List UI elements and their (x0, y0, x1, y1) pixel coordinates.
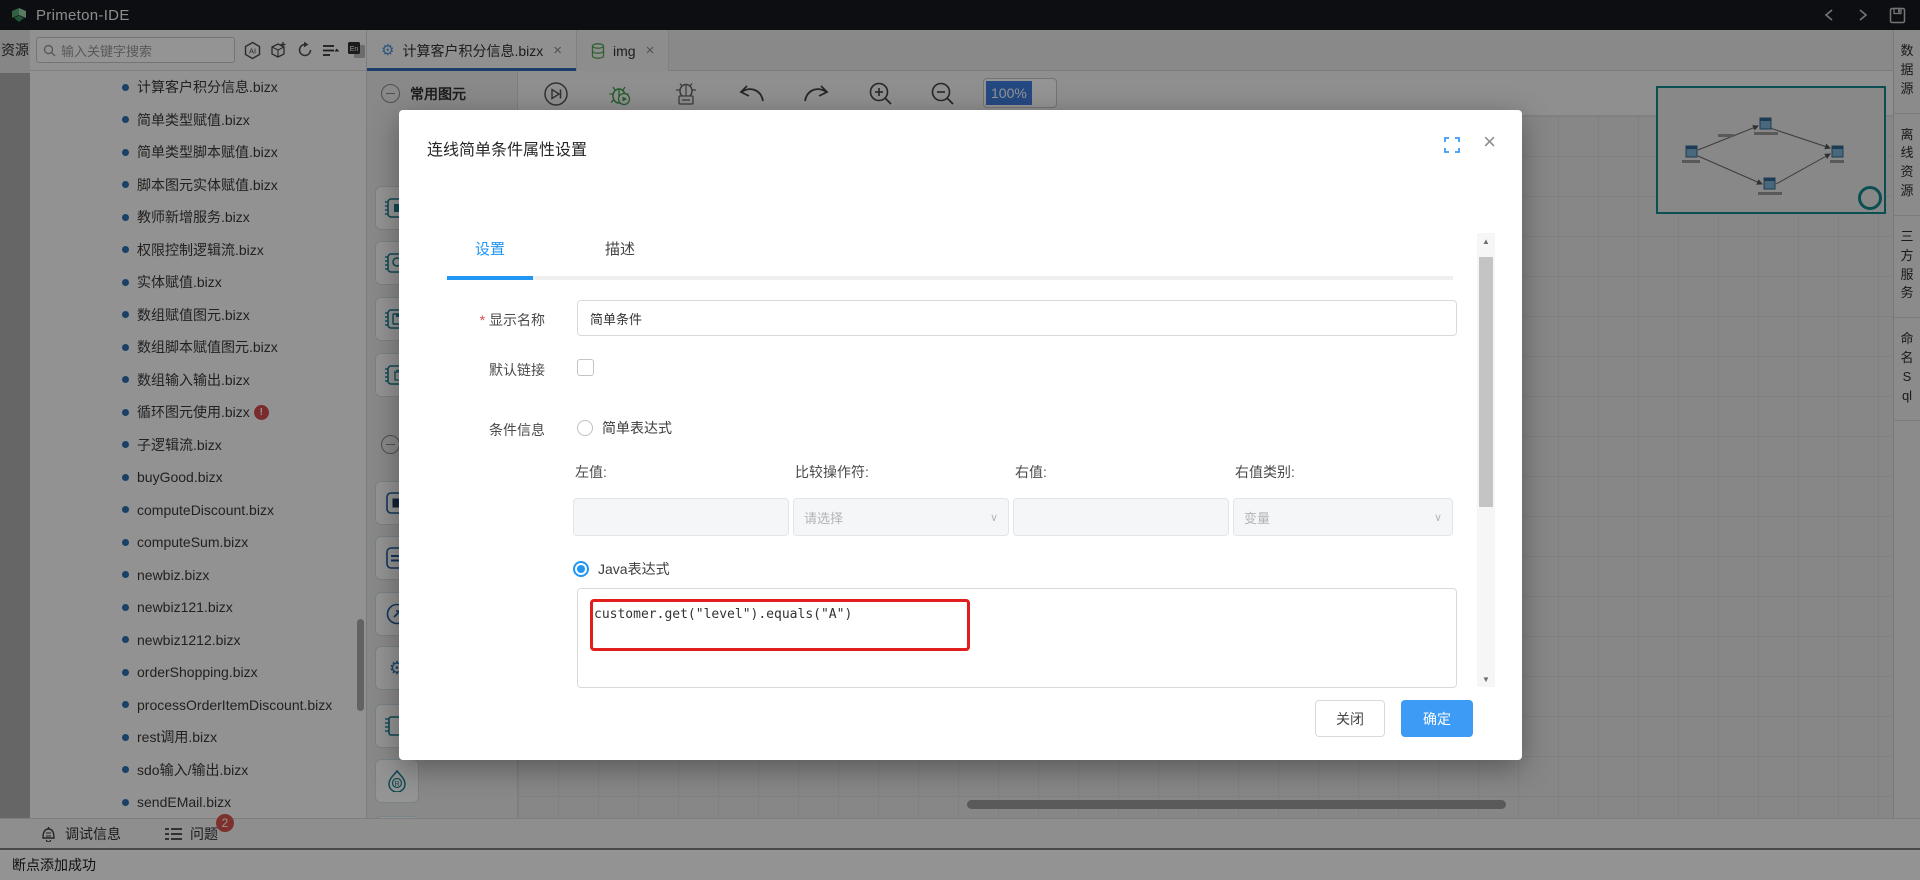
primeton-ide-window: Primeton-IDE 资源 输入关键字搜索 AI (0, 0, 1920, 880)
display-name-label: 显示名称 (399, 310, 545, 330)
right-type-label: 右值类别: (1235, 462, 1295, 482)
tab-settings[interactable]: 设置 (447, 238, 533, 273)
java-expression-radio[interactable] (573, 561, 589, 577)
java-expression-textarea[interactable]: customer.get("level").equals("A") (577, 588, 1457, 688)
close-button[interactable]: 关闭 (1315, 700, 1385, 737)
close-icon[interactable]: × (1483, 131, 1496, 153)
right-type-value: 变量 (1244, 508, 1270, 527)
default-link-label: 默认链接 (399, 360, 545, 380)
fullscreen-icon[interactable] (1444, 137, 1460, 153)
tab-description[interactable]: 描述 (577, 238, 663, 273)
chevron-down-icon: ∨ (990, 511, 998, 524)
display-name-value: 简单条件 (590, 309, 642, 328)
operator-label: 比较操作符: (795, 462, 869, 482)
operator-select[interactable]: 请选择 ∨ (793, 498, 1009, 536)
condition-info-label: 条件信息 (399, 420, 545, 440)
right-value-label: 右值: (1015, 462, 1047, 482)
java-expression-code: customer.get("level").equals("A") (594, 607, 852, 622)
simple-expression-radio[interactable] (577, 420, 593, 436)
display-name-input[interactable]: 简单条件 (577, 300, 1457, 336)
dialog-tabs: 设置 描述 (447, 238, 707, 273)
right-type-select[interactable]: 变量 ∨ (1233, 498, 1453, 536)
left-value-label: 左值: (575, 462, 607, 482)
connection-condition-dialog: 连线简单条件属性设置 × 设置 描述 显示名称 简单条件 默认链接 条件信息 简… (399, 110, 1522, 760)
dialog-title: 连线简单条件属性设置 (427, 136, 587, 160)
dialog-scrollbar[interactable]: ▲ ▼ (1477, 233, 1495, 687)
operator-placeholder: 请选择 (804, 508, 843, 527)
scrollbar-thumb[interactable] (1479, 257, 1493, 507)
right-value-input[interactable] (1013, 498, 1229, 536)
java-expression-label: Java表达式 (598, 559, 670, 579)
left-value-input[interactable] (573, 498, 789, 536)
tab-underline (447, 276, 1453, 280)
simple-expression-label: 简单表达式 (602, 418, 672, 438)
chevron-down-icon: ∨ (1434, 511, 1442, 524)
confirm-button[interactable]: 确定 (1401, 700, 1473, 737)
scroll-up-icon[interactable]: ▲ (1477, 233, 1495, 249)
scroll-down-icon[interactable]: ▼ (1477, 671, 1495, 687)
default-link-checkbox[interactable] (577, 359, 594, 376)
